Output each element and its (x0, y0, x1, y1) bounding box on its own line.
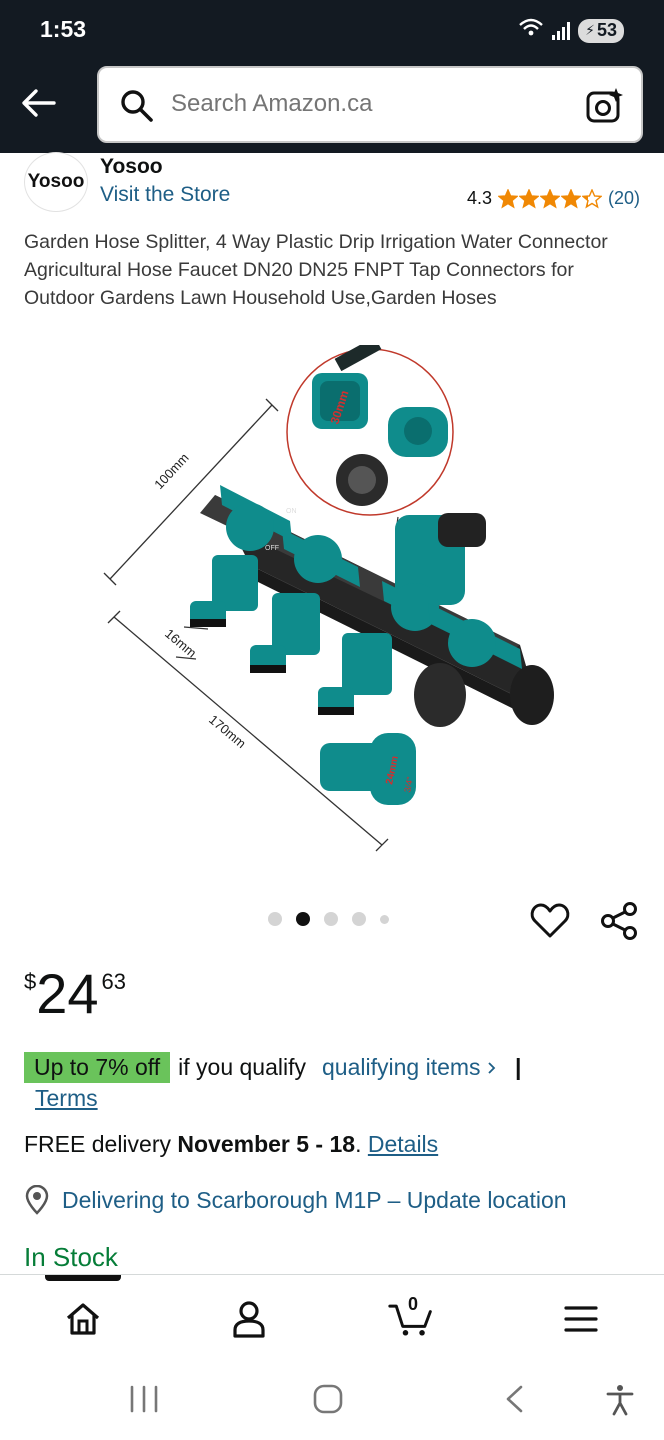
star-icon (518, 188, 539, 209)
stock-status: In Stock (24, 1242, 118, 1272)
menu-icon (564, 1306, 598, 1332)
brand-logo[interactable]: Yosoo (24, 152, 88, 212)
price-fraction: 63 (101, 969, 127, 994)
carousel-dot-active[interactable] (296, 912, 310, 926)
system-back-icon[interactable] (502, 1384, 528, 1414)
location-pin-icon (25, 1185, 49, 1215)
qualifying-items-link[interactable]: qualifying items (322, 1054, 497, 1081)
star-icon (497, 188, 518, 209)
rating-value: 4.3 (466, 188, 492, 208)
price-currency: $ (24, 969, 37, 994)
nav-account[interactable] (226, 1297, 272, 1341)
active-tab-indicator (45, 1275, 121, 1281)
home-button-icon[interactable] (312, 1384, 344, 1414)
delivery-details-link[interactable]: Details (368, 1131, 438, 1157)
back-arrow-icon (22, 89, 56, 117)
heart-icon[interactable] (529, 900, 571, 942)
wifi-icon (518, 18, 544, 43)
search-icon (121, 90, 153, 122)
battery-indicator: ⚡ 53 (578, 18, 624, 43)
dim-width-label: 170mm (206, 712, 249, 751)
search-input[interactable] (171, 90, 561, 118)
recent-apps-icon[interactable] (128, 1384, 160, 1414)
cart-count: 0 (408, 1294, 419, 1314)
star-icon (539, 188, 560, 209)
product-title: Garden Hose Splitter, 4 Way Plastic Drip… (24, 231, 608, 309)
deal-badge: Up to 7% off (24, 1052, 171, 1083)
visit-store-link[interactable]: Visit the Store (100, 183, 230, 207)
chevron-right-icon (488, 1062, 496, 1074)
carousel-dot[interactable] (324, 912, 338, 926)
product-image[interactable]: 100mm 170mm 16mm 30mm ON OFF 24mm 3/4" (100, 345, 570, 855)
account-icon (233, 1301, 265, 1338)
off-label: OFF (265, 545, 279, 552)
location-text: Delivering to Scarborough M1P – Update l… (62, 1186, 567, 1213)
price-whole: 24 (36, 962, 99, 1025)
home-icon (66, 1303, 100, 1335)
status-icons: ⚡ 53 (518, 18, 624, 43)
system-nav-bar (0, 1356, 664, 1440)
charging-icon: ⚡ (585, 22, 595, 38)
nav-home[interactable] (60, 1297, 106, 1341)
qualifying-items-label: qualifying items (322, 1054, 481, 1080)
top-bar: 1:53 ⚡ 53 (0, 0, 664, 153)
rating-count[interactable]: (20) (608, 188, 640, 209)
rating[interactable]: 4.3 (20) (467, 188, 640, 209)
star-rating (497, 188, 602, 209)
carousel-dot[interactable] (352, 912, 366, 926)
dim-length-label: 100mm (151, 450, 192, 492)
image-carousel-dots (268, 912, 389, 926)
back-button[interactable] (18, 82, 60, 124)
camera-search-icon[interactable] (585, 86, 625, 126)
terms-link[interactable]: Terms (35, 1085, 98, 1112)
delivery-location[interactable]: Delivering to Scarborough M1P – Update l… (24, 1185, 567, 1215)
nav-cart[interactable]: 0 (388, 1294, 434, 1341)
battery-level: 53 (596, 20, 617, 40)
delivery-dates: November 5 - 18 (177, 1131, 356, 1157)
share-icon[interactable] (598, 900, 640, 942)
status-time: 1:53 (40, 16, 87, 42)
bottom-nav: 0 (0, 1274, 664, 1356)
delivery-suffix: . (355, 1131, 368, 1157)
on-label: ON (286, 508, 297, 515)
signal-icon (552, 21, 571, 40)
star-icon (560, 188, 581, 209)
brand-name: Yosoo (100, 155, 163, 178)
deal-text: if you qualify (178, 1054, 307, 1080)
search-bar[interactable] (97, 66, 643, 143)
deal-row: Up to 7% off if you qualify qualifying i… (24, 1052, 521, 1083)
delivery-prefix: FREE delivery (24, 1131, 178, 1157)
price: $ 24 63 (24, 963, 126, 1025)
star-icon (581, 188, 602, 209)
nav-menu[interactable] (558, 1297, 604, 1341)
dim-nozzle-label: 16mm (162, 626, 199, 661)
carousel-dot[interactable] (380, 914, 389, 924)
accessibility-icon[interactable] (604, 1384, 636, 1416)
carousel-dot[interactable] (268, 912, 282, 926)
separator: | (514, 1054, 522, 1080)
delivery-info: FREE delivery November 5 - 18. Details (24, 1131, 438, 1158)
